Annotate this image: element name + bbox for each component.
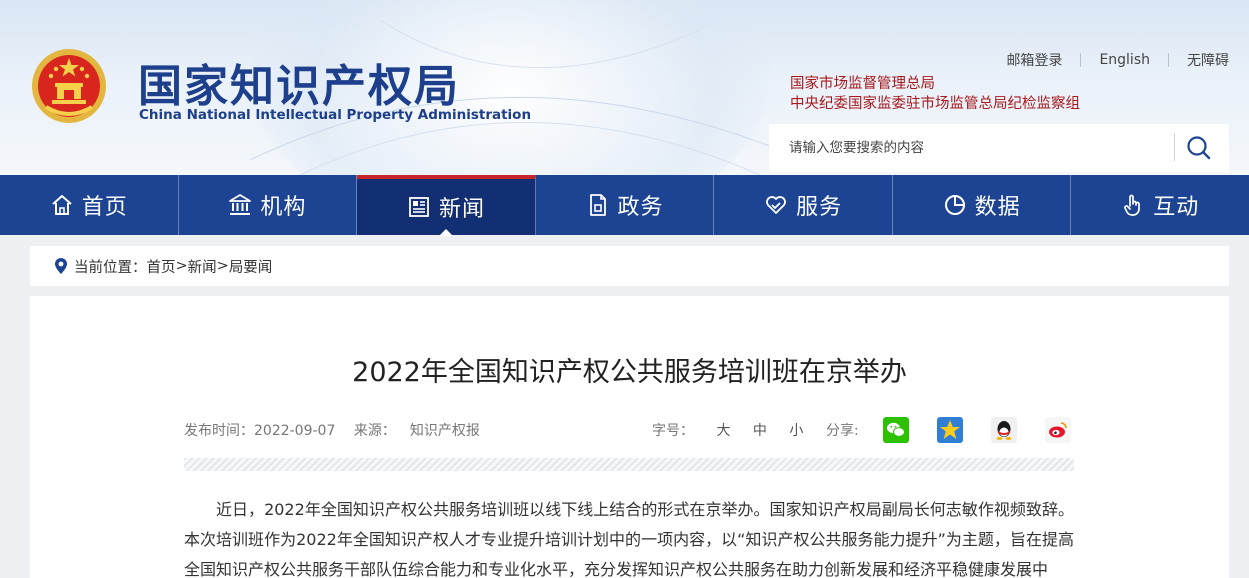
nav-label: 政务 [617, 195, 664, 220]
article-body: 近日，2022年全国知识产权公共服务培训班以线下线上结合的形式在京举办。国家知识… [184, 495, 1074, 578]
share-label: 分享: [826, 423, 859, 439]
main-nav: 首页 机构 新闻 政务 服务 数据 互动 [0, 175, 1249, 236]
breadcrumb-separator: > [216, 258, 229, 274]
site-header: 国家知识产权局 China National Intellectual Prop… [0, 0, 1249, 175]
accessibility-link[interactable]: 无障碍 [1187, 50, 1229, 70]
heart-hand-icon [764, 193, 788, 217]
font-size-medium[interactable]: 中 [753, 423, 767, 439]
search-divider [1174, 133, 1175, 161]
weibo-icon[interactable] [1044, 417, 1071, 443]
breadcrumb: 当前位置： 首页 > 新闻 > 局要闻 [30, 246, 1229, 286]
home-icon [50, 193, 74, 217]
publish-date: 2022-09-07 [254, 423, 336, 439]
nav-item-government[interactable]: 政务 [536, 175, 715, 235]
hand-pointer-icon [1121, 193, 1145, 217]
breadcrumb-news[interactable]: 新闻 [188, 256, 217, 277]
site-logo-cn[interactable]: 国家知识产权局 [138, 50, 460, 114]
font-size-control: 字号： 大 中 小 [652, 420, 803, 440]
newspaper-icon [407, 195, 431, 219]
font-size-large[interactable]: 大 [716, 423, 730, 439]
font-size-label: 字号： [652, 423, 694, 439]
nav-item-data[interactable]: 数据 [893, 175, 1072, 235]
breadcrumb-bureau-news[interactable]: 局要闻 [229, 256, 273, 277]
nav-label: 服务 [796, 195, 843, 220]
article-title: 2022年全国知识产权公共服务培训班在京举办 [352, 357, 907, 388]
breadcrumb-separator: > [175, 258, 188, 274]
top-links: 邮箱登录 English 无障碍 [1006, 50, 1229, 70]
publish-label: 发布时间： [184, 423, 254, 439]
document-icon [586, 193, 610, 217]
wechat-icon[interactable] [882, 417, 909, 443]
article-paragraph: 近日，2022年全国知识产权公共服务培训班以线下线上结合的形式在京举办。国家知识… [184, 500, 1074, 578]
search-icon[interactable] [1183, 132, 1215, 164]
nav-item-institution[interactable]: 机构 [179, 175, 358, 235]
qzone-icon[interactable] [936, 417, 963, 443]
nav-label: 数据 [974, 195, 1021, 220]
national-emblem-icon [32, 49, 106, 123]
samr-link[interactable]: 国家市场监督管理总局 [790, 74, 1080, 94]
source-label: 来源： [353, 423, 396, 439]
related-links: 国家市场监督管理总局 中央纪委国家监委驻市场监管总局纪检监察组 [790, 74, 1080, 114]
location-pin-icon [55, 258, 67, 274]
institution-icon [228, 193, 252, 217]
divider [1168, 53, 1169, 67]
source-value: 知识产权报 [409, 423, 480, 439]
search-input[interactable] [769, 124, 1174, 172]
site-logo-en[interactable]: China National Intellectual Property Adm… [139, 107, 531, 123]
search-box [769, 124, 1229, 172]
discipline-inspection-link[interactable]: 中央纪委国家监委驻市场监管总局纪检监察组 [790, 94, 1080, 114]
breadcrumb-prefix: 当前位置： [74, 259, 147, 276]
nav-item-home[interactable]: 首页 [0, 175, 179, 235]
font-size-small[interactable]: 小 [789, 423, 803, 439]
article-panel: 2022年全国知识产权公共服务培训班在京举办 发布时间：2022-09-07 来… [30, 296, 1229, 578]
nav-label: 首页 [81, 195, 128, 220]
divider-stripe [184, 458, 1074, 471]
nav-label: 互动 [1153, 195, 1200, 220]
article-meta: 发布时间：2022-09-07 来源： 知识产权报 [184, 420, 494, 440]
qq-icon[interactable] [990, 417, 1017, 443]
divider [1080, 53, 1082, 67]
share-bar: 分享: [826, 417, 1099, 443]
nav-label: 新闻 [438, 197, 485, 222]
nav-item-news[interactable]: 新闻 [357, 175, 536, 236]
pie-chart-icon [943, 193, 967, 217]
nav-item-service[interactable]: 服务 [714, 175, 893, 235]
email-login-link[interactable]: 邮箱登录 [1006, 50, 1062, 70]
breadcrumb-home[interactable]: 首页 [147, 256, 176, 277]
english-link[interactable]: English [1099, 52, 1150, 68]
nav-item-interaction[interactable]: 互动 [1071, 175, 1249, 235]
nav-label: 机构 [260, 195, 307, 220]
